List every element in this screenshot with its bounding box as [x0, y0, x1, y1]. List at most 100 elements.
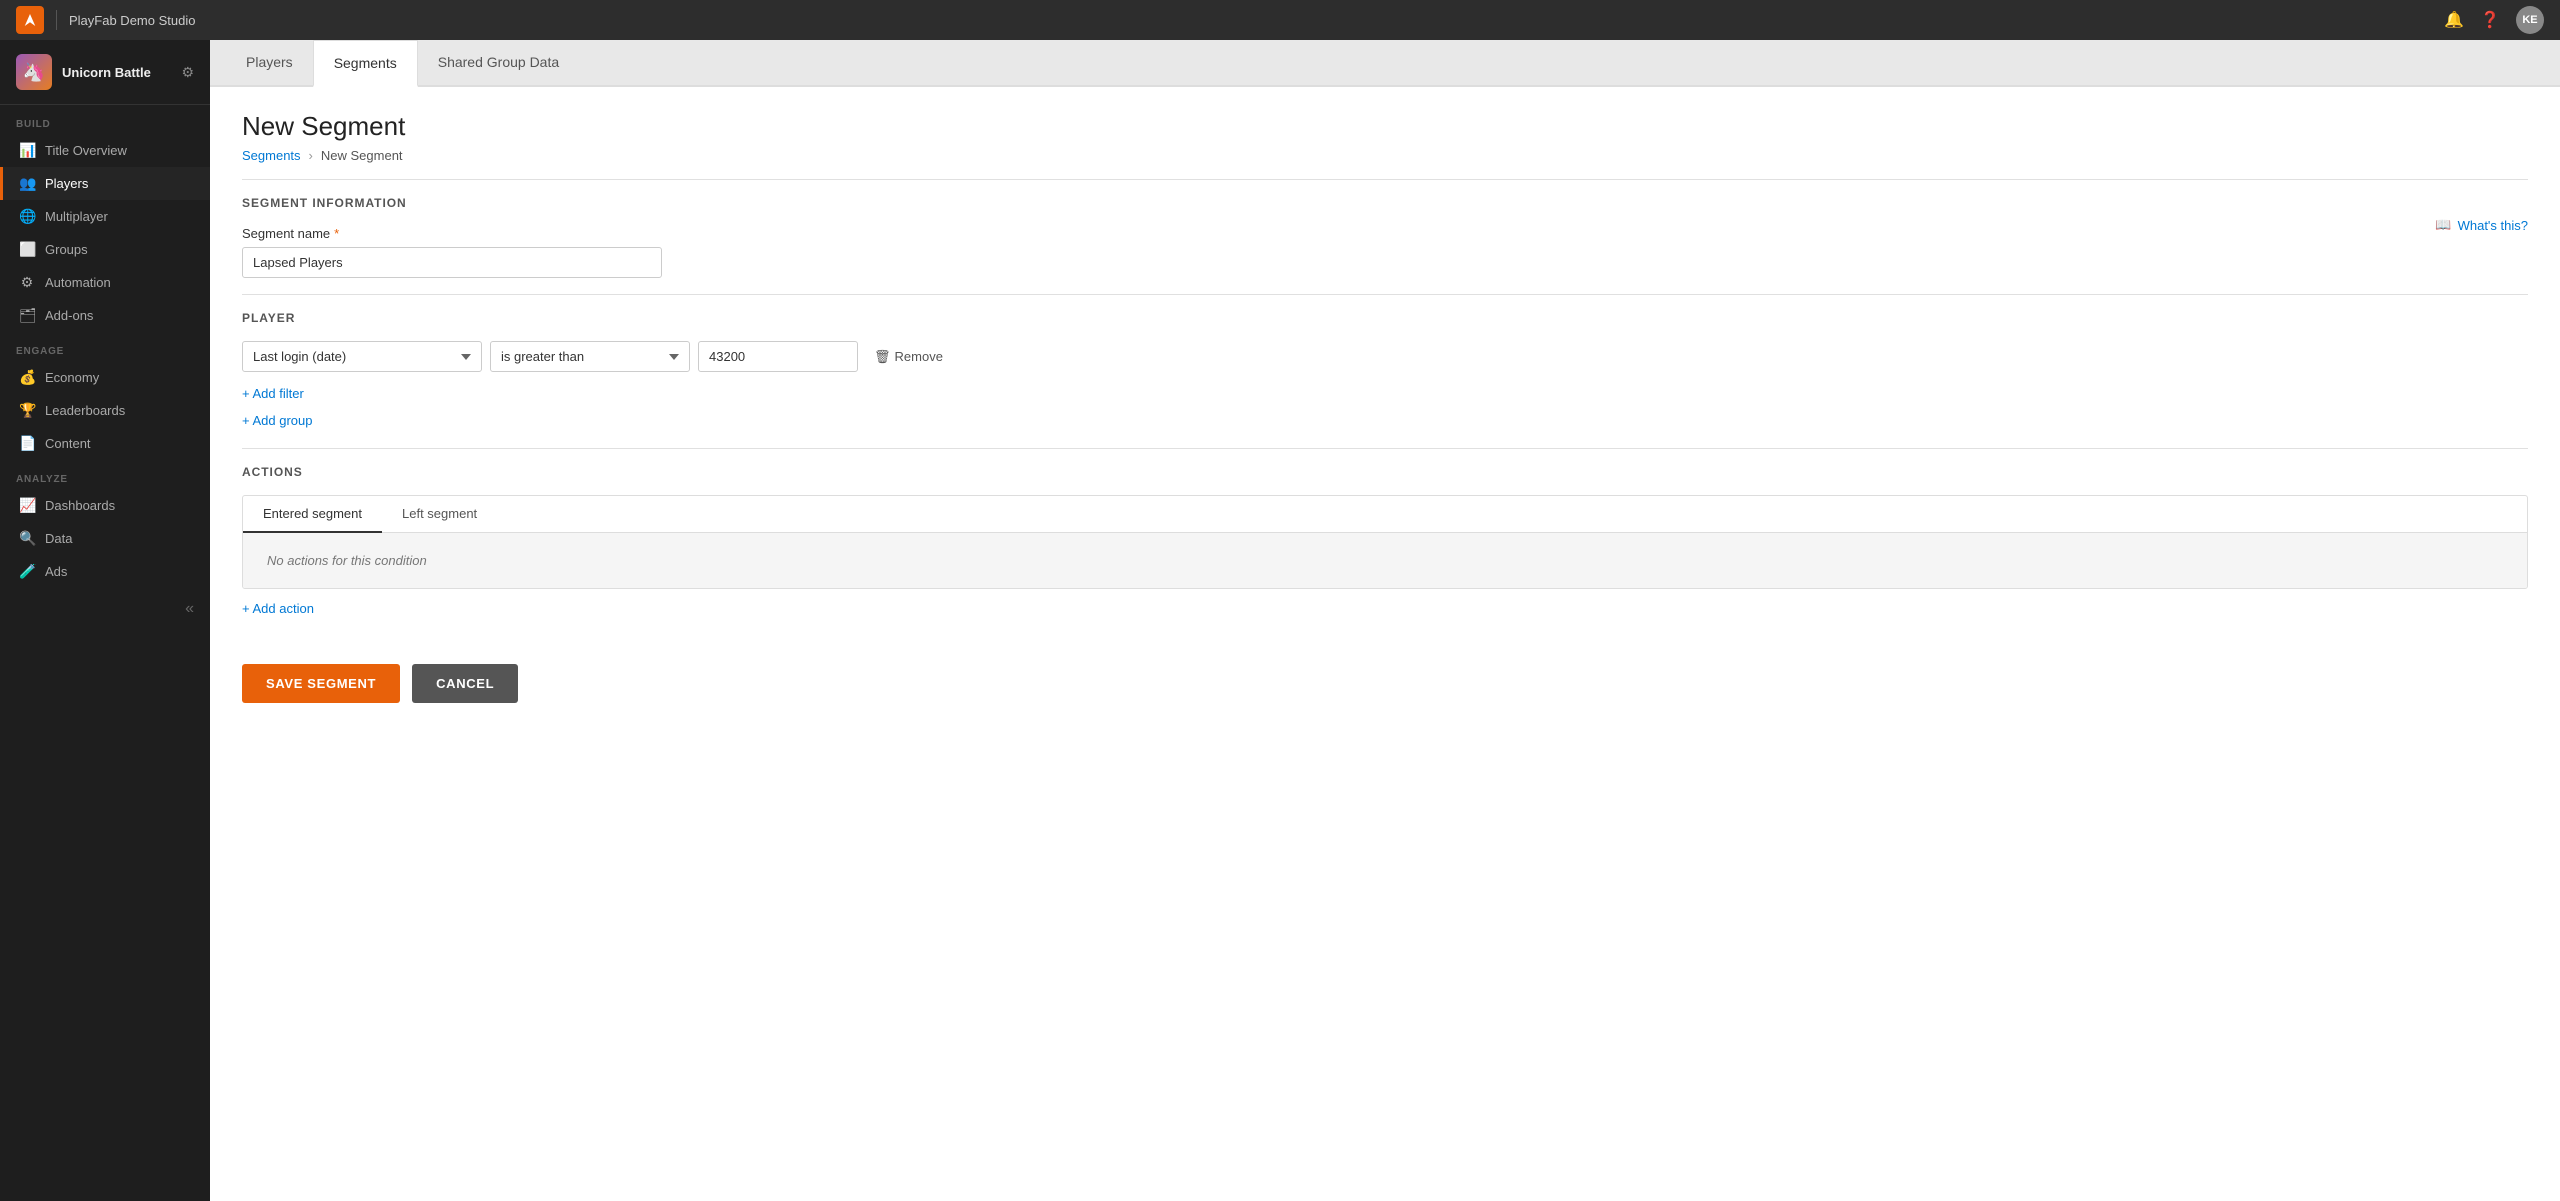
sidebar-section-label-engage: ENGAGE [0, 332, 210, 361]
ads-icon: 🧪 [19, 563, 35, 580]
no-actions-message: No actions for this condition [243, 533, 2527, 588]
sidebar-item-label-dashboards: Dashboards [45, 498, 115, 513]
tab-shared-group-data[interactable]: Shared Group Data [418, 40, 579, 87]
save-segment-button[interactable]: SAVE SEGMENT [242, 664, 400, 703]
sidebar: 🦄 Unicorn Battle ⚙ BUILD 📊 Title Overvie… [0, 40, 210, 1201]
sidebar-item-title-overview[interactable]: 📊 Title Overview [0, 134, 210, 167]
segment-info-section: SEGMENT INFORMATION Segment name * [242, 196, 2528, 278]
filter-operator-select[interactable]: is greater thanis less thanequalsis not … [490, 341, 690, 372]
breadcrumb-link[interactable]: Segments [242, 148, 301, 163]
title-overview-icon: 📊 [19, 142, 35, 159]
player-section: PLAYER Last login (date)Total loginsPlay… [242, 311, 2528, 432]
sidebar-item-label-ads: Ads [45, 564, 67, 579]
segment-name-group: Segment name * [242, 226, 2528, 278]
filter-value-input[interactable] [698, 341, 858, 372]
book-icon: 📖 [2435, 217, 2451, 233]
groups-icon: ⬜ [19, 241, 35, 258]
main-content: PlayersSegmentsShared Group Data New Seg… [210, 40, 2560, 1201]
filter-field-select[interactable]: Last login (date)Total loginsPlayer leve… [242, 341, 482, 372]
sidebar-item-data[interactable]: 🔍 Data [0, 522, 210, 555]
help-icon[interactable]: ❓ [2480, 10, 2500, 30]
actions-section: ACTIONS Entered segmentLeft segment No a… [242, 465, 2528, 620]
add-filter-link[interactable]: + Add filter [242, 382, 2528, 405]
breadcrumb: Segments › New Segment [242, 148, 2528, 163]
section-divider [242, 179, 2528, 180]
remove-label: Remove [895, 349, 943, 364]
cancel-button[interactable]: CANCEL [412, 664, 518, 703]
sidebar-collapse-button[interactable]: « [0, 588, 210, 630]
sidebar-item-economy[interactable]: 💰 Economy [0, 361, 210, 394]
top-bar-divider [56, 10, 57, 30]
sidebar-item-leaderboards[interactable]: 🏆 Leaderboards [0, 394, 210, 427]
add-filter-label: + Add filter [242, 386, 304, 401]
content-area: New Segment Segments › New Segment 📖 Wha… [210, 87, 2560, 1201]
whats-this-label: What's this? [2458, 218, 2528, 233]
dashboards-icon: 📈 [19, 497, 35, 514]
sidebar-game-header: 🦄 Unicorn Battle ⚙ [0, 40, 210, 105]
filter-row: Last login (date)Total loginsPlayer leve… [242, 341, 2528, 372]
section-divider-3 [242, 448, 2528, 449]
multiplayer-icon: 🌐 [19, 208, 35, 225]
sidebar-section-label-analyze: ANALYZE [0, 460, 210, 489]
sidebar-item-ads[interactable]: 🧪 Ads [0, 555, 210, 588]
data-icon: 🔍 [19, 530, 35, 547]
section-divider-2 [242, 294, 2528, 295]
sidebar-item-players[interactable]: 👥 Players [0, 167, 210, 200]
sidebar-item-label-leaderboards: Leaderboards [45, 403, 125, 418]
user-avatar[interactable]: KE [2516, 6, 2544, 34]
segment-name-input[interactable] [242, 247, 662, 278]
breadcrumb-current: New Segment [321, 148, 403, 163]
required-indicator: * [334, 226, 339, 241]
sidebar-item-dashboards[interactable]: 📈 Dashboards [0, 489, 210, 522]
notification-icon[interactable]: 🔔 [2444, 10, 2464, 30]
top-bar: PlayFab Demo Studio 🔔 ❓ KE [0, 0, 2560, 40]
economy-icon: 💰 [19, 369, 35, 386]
whats-this-link[interactable]: 📖 What's this? [2435, 217, 2528, 233]
remove-filter-button[interactable]: 🗑 Remove [866, 345, 951, 369]
automation-icon: ⚙ [19, 274, 35, 291]
tab-players[interactable]: Players [226, 40, 313, 87]
sidebar-item-label-content: Content [45, 436, 91, 451]
sidebar-item-multiplayer[interactable]: 🌐 Multiplayer [0, 200, 210, 233]
sidebar-item-automation[interactable]: ⚙ Automation [0, 266, 210, 299]
page-title: New Segment [242, 111, 2528, 142]
game-name: Unicorn Battle [62, 65, 151, 80]
sidebar-item-label-add-ons: Add-ons [45, 308, 93, 323]
sidebar-item-label-economy: Economy [45, 370, 99, 385]
sidebar-item-label-groups: Groups [45, 242, 88, 257]
sidebar-section-label-build: BUILD [0, 105, 210, 134]
sidebar-item-label-players: Players [45, 176, 88, 191]
sidebar-item-label-title-overview: Title Overview [45, 143, 127, 158]
form-buttons: SAVE SEGMENT CANCEL [242, 648, 2528, 703]
tabs-bar: PlayersSegmentsShared Group Data [210, 40, 2560, 87]
player-section-title: PLAYER [242, 311, 2528, 325]
actions-box: Entered segmentLeft segment No actions f… [242, 495, 2528, 589]
add-action-label: + Add action [242, 601, 314, 616]
sidebar-item-add-ons[interactable]: 🗂 Add-ons [0, 299, 210, 332]
sidebar-item-label-automation: Automation [45, 275, 111, 290]
leaderboards-icon: 🏆 [19, 402, 35, 419]
action-tab-entered[interactable]: Entered segment [243, 496, 382, 533]
add-ons-icon: 🗂 [19, 307, 35, 324]
playfab-logo [16, 6, 44, 34]
sidebar-item-groups[interactable]: ⬜ Groups [0, 233, 210, 266]
settings-icon[interactable]: ⚙ [181, 64, 194, 81]
tab-segments[interactable]: Segments [313, 40, 418, 87]
studio-name: PlayFab Demo Studio [69, 13, 195, 28]
actions-section-title: ACTIONS [242, 465, 2528, 479]
page-header: New Segment Segments › New Segment [242, 111, 2528, 163]
add-action-link[interactable]: + Add action [242, 589, 2528, 620]
trash-icon: 🗑 [874, 349, 891, 365]
game-icon: 🦄 [16, 54, 52, 90]
action-tab-left[interactable]: Left segment [382, 496, 497, 533]
content-icon: 📄 [19, 435, 35, 452]
segment-info-title: SEGMENT INFORMATION [242, 196, 2528, 210]
sidebar-item-label-data: Data [45, 531, 72, 546]
players-icon: 👥 [19, 175, 35, 192]
sidebar-item-content[interactable]: 📄 Content [0, 427, 210, 460]
segment-name-label: Segment name * [242, 226, 2528, 241]
add-group-label: + Add group [242, 413, 312, 428]
sidebar-item-label-multiplayer: Multiplayer [45, 209, 108, 224]
actions-tabs: Entered segmentLeft segment [243, 496, 2527, 533]
add-group-link[interactable]: + Add group [242, 409, 2528, 432]
